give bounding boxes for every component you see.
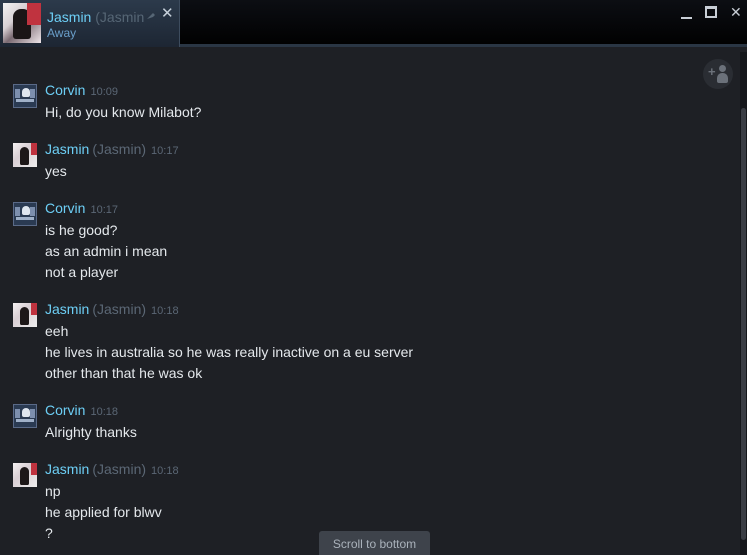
tab-avatar xyxy=(3,3,41,43)
message-header: Jasmin (Jasmin) 10:17 xyxy=(45,141,179,157)
sender-name[interactable]: Corvin xyxy=(45,200,85,216)
avatar-corvin[interactable] xyxy=(13,84,37,108)
message-line: Hi, do you know Milabot? xyxy=(45,104,202,120)
tab-nickname: (Jasmin xyxy=(95,9,145,25)
message-header: Corvin 10:17 xyxy=(45,200,118,216)
title-bar: Jasmin (Jasmin Away ✕ ✕ xyxy=(0,0,747,47)
sender-name[interactable]: Jasmin xyxy=(45,301,89,317)
message-time: 10:18 xyxy=(151,305,179,317)
message-line: yes xyxy=(45,163,67,179)
message-header: Corvin 10:09 xyxy=(45,82,118,98)
tab-name-text: Jasmin xyxy=(47,9,92,25)
message-line: he applied for blwv xyxy=(45,504,162,520)
message-time: 10:17 xyxy=(151,145,179,157)
message-time: 10:18 xyxy=(90,406,118,418)
message-line: Alrighty thanks xyxy=(45,424,137,440)
avatar-corvin[interactable] xyxy=(13,404,37,428)
message-header: Jasmin (Jasmin) 10:18 xyxy=(45,301,179,317)
sender-name[interactable]: Corvin xyxy=(45,402,85,418)
tab-underline xyxy=(180,44,747,47)
message-line: not a player xyxy=(45,264,119,280)
avatar-jasmin[interactable] xyxy=(13,143,37,167)
add-friend-to-chat-button[interactable]: + xyxy=(703,59,733,89)
tab-close-icon[interactable]: ✕ xyxy=(161,6,174,21)
sender-name[interactable]: Jasmin xyxy=(45,141,89,157)
scrollbar[interactable] xyxy=(740,52,747,555)
tab-status: Away xyxy=(47,26,77,40)
person-icon xyxy=(719,65,726,72)
message-line: is he good? xyxy=(45,222,118,238)
sender-name[interactable]: Jasmin xyxy=(45,461,89,477)
message-line: eeh xyxy=(45,323,69,339)
message-header: Jasmin (Jasmin) 10:18 xyxy=(45,461,179,477)
message-line: other than that he was ok xyxy=(45,365,203,381)
message-time: 10:09 xyxy=(90,86,118,98)
sender-alias: (Jasmin) xyxy=(92,301,147,317)
avatar-corvin[interactable] xyxy=(13,202,37,226)
sender-alias: (Jasmin) xyxy=(92,461,147,477)
avatar-jasmin[interactable] xyxy=(13,463,37,487)
maximize-icon[interactable] xyxy=(705,6,717,18)
scroll-thumb[interactable] xyxy=(741,108,746,540)
message-line: as an admin i mean xyxy=(45,243,168,259)
chat-tab-jasmin[interactable]: Jasmin (Jasmin Away ✕ xyxy=(0,0,180,47)
scroll-to-bottom-button[interactable]: Scroll to bottom xyxy=(319,531,430,555)
message-header: Corvin 10:18 xyxy=(45,402,118,418)
message-line: he lives in australia so he was really i… xyxy=(45,344,414,360)
sender-alias: (Jasmin) xyxy=(92,141,147,157)
message-line: ? xyxy=(45,525,53,541)
message-time: 10:17 xyxy=(90,204,118,216)
sender-name[interactable]: Corvin xyxy=(45,82,85,98)
window-close-icon[interactable]: ✕ xyxy=(730,4,742,20)
plus-icon: + xyxy=(708,64,716,79)
tab-friend-name: Jasmin (Jasmin xyxy=(47,9,153,25)
message-line: np xyxy=(45,483,61,499)
message-time: 10:18 xyxy=(151,465,179,477)
avatar-jasmin[interactable] xyxy=(13,303,37,327)
pin-icon[interactable] xyxy=(146,12,156,20)
